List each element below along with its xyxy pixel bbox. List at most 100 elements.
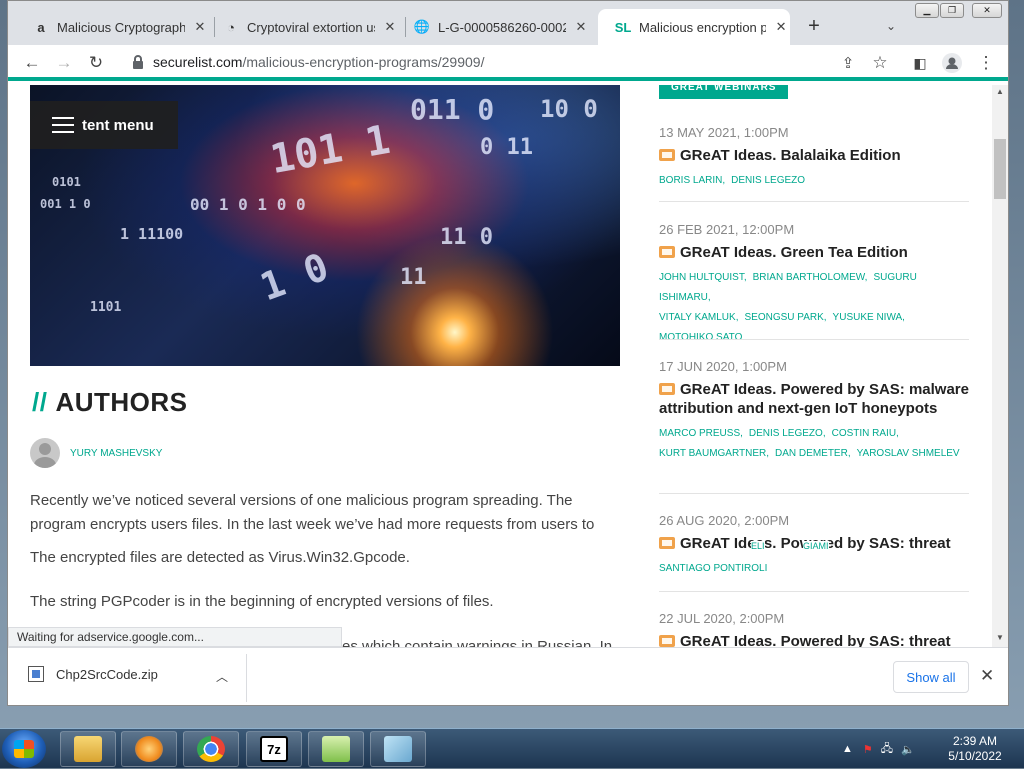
author-avatar[interactable] [30,438,60,468]
new-tab-button[interactable]: + [804,15,824,37]
reload-icon[interactable]: ↻ [84,51,108,75]
clock-time: 2:39 AM [952,734,998,748]
taskbar: 7z ▲ ⚑ 🖧 🔈 2:39 AM 5/10/2022 [0,728,1024,768]
url-host: securelist.com [153,54,243,70]
webinar-authors: MARCO PREUSS, DENIS LEGEZO, COSTIN RAIU, K… [659,424,969,464]
author-link[interactable]: MARCO PREUSS, [659,428,743,439]
author-link[interactable]: SANTIAGO PONTIROLI [659,563,767,574]
tab-malicious-encryption[interactable]: SL Malicious encryption pr ✕ [598,9,790,45]
media-player-taskbar-button[interactable] [121,731,177,767]
author-link[interactable]: BRIAN BARTHOLOMEW, [753,272,868,283]
close-window-button[interactable]: ✕ [972,3,1002,18]
webinar-icon [659,635,675,647]
webinar-date: 13 MAY 2021, 1:00PM [659,125,789,140]
securelist-favicon-icon: SL [614,19,632,35]
overlay-fragment: ELI [751,541,765,551]
hamburger-icon [52,117,74,133]
webinar-title[interactable]: GReAT Ideas. Green Tea Edition [659,243,969,262]
hero-digits: 1 0 [254,244,335,310]
webinar-icon [659,537,675,549]
author-link[interactable]: DAN DEMETER, [775,448,851,459]
content-menu-button[interactable]: tent menu [30,101,178,149]
lock-icon[interactable] [131,54,145,70]
tab-malicious-cryptography[interactable]: a Malicious Cryptography ✕ [16,9,212,45]
tab-search-chevron-icon[interactable]: ⌄ [882,17,900,35]
webinar-title[interactable]: GReAT Ideas. Powered by SAS: threat [659,632,969,647]
chrome-icon [197,736,225,762]
webinar-title[interactable]: GReAT Ideas. Powered by SAS: malware att… [659,380,969,418]
tab-title: Cryptoviral extortion us [247,19,375,35]
tab-cryptoviral-extortion[interactable]: ◔ Cryptoviral extortion us ✕ [206,9,402,45]
share-icon[interactable]: ⇪ [836,51,860,75]
overlay-fragment: GIAMI [803,541,829,551]
webinar-icon [659,246,675,258]
hero-digits: 001 1 0 [40,197,91,211]
notepad-plus-taskbar-button[interactable] [308,731,364,767]
taskbar-clock[interactable]: 2:39 AM 5/10/2022 [940,734,1010,764]
author-link[interactable]: JOHN HULTQUIST, [659,272,747,283]
start-button[interactable] [2,730,46,768]
url-path: /malicious-encryption-programs/29909/ [242,54,485,70]
download-item[interactable]: Chp2SrcCode.zip [28,666,158,682]
divider [659,493,969,494]
tab-document[interactable]: 🌐 L-G-0000586260-00023 ✕ [397,9,595,45]
notepad-taskbar-button[interactable] [370,731,426,767]
divider [659,591,969,592]
tab-title: L-G-0000586260-00023 [438,19,566,35]
divider [659,339,969,340]
close-tab-icon[interactable]: ✕ [772,18,790,36]
author-link[interactable]: DENIS LEGEZO, [749,428,826,439]
scroll-down-icon[interactable]: ▼ [996,633,1006,642]
webinar-item: 17 JUN 2020, 1:00PM GReAT Ideas. Powered… [659,359,969,464]
page-scrollbar[interactable]: ▲ ▼ [992,85,1008,647]
author-link[interactable]: MOTOHIKO SATO [659,332,742,343]
author-link[interactable]: SEONGSU PARK, [744,312,826,323]
media-player-icon [135,736,163,762]
webinar-item: 26 AUG 2020, 2:00PM GReAT Ideas. Powered… [659,513,969,579]
hero-digits: 11 0 [440,225,493,250]
7zip-taskbar-button[interactable]: 7z [246,731,302,767]
scrollbar-thumb[interactable] [994,139,1006,199]
author-link[interactable]: VITALY KAMLUK, [659,312,738,323]
back-arrow-icon[interactable]: ← [20,51,44,75]
address-bar[interactable]: securelist.com/malicious-encryption-prog… [153,54,484,70]
kebab-menu-icon[interactable]: ⋮ [974,51,998,75]
show-all-button[interactable]: Show all [893,661,969,693]
webinar-title[interactable]: GReAT Ideas. Balalaika Edition [659,146,969,165]
download-file-name: Chp2SrcCode.zip [56,666,158,682]
profile-avatar[interactable] [940,51,964,75]
author-link[interactable]: COSTIN RAIU, [832,428,899,439]
close-tab-icon[interactable]: ✕ [572,18,590,36]
forward-arrow-icon[interactable]: → [52,51,76,75]
hero-digits: 11 [400,265,427,290]
browser-window: a Malicious Cryptography ✕ ◔ Cryptoviral… [7,0,1009,706]
author-link[interactable]: DENIS LEGEZO [731,175,805,186]
author-link[interactable]: KURT BAUMGARTNER, [659,448,769,459]
hero-digits: 00 1 0 1 0 0 [190,195,306,214]
maximize-button[interactable]: ❐ [940,3,964,18]
zip-file-icon [28,666,44,682]
author-link[interactable]: YURY MASHEVSKY [70,448,162,459]
scroll-up-icon[interactable]: ▲ [996,87,1006,96]
network-icon[interactable]: 🖧 [881,740,893,759]
author-link[interactable]: YAROSLAV SHMELEV [857,448,960,459]
article-paragraph: The encrypted files are detected as Viru… [30,549,410,566]
explorer-taskbar-button[interactable] [60,731,116,767]
side-panel-icon[interactable]: ◧ [908,51,932,75]
content-menu-label: tent menu [82,116,154,134]
chrome-taskbar-button[interactable] [183,731,239,767]
amazon-favicon-icon: a [37,19,45,35]
divider [246,654,247,702]
close-icon[interactable]: ✕ [980,666,994,686]
authors-heading: //AUTHORS [32,387,188,417]
author-link[interactable]: YUSUKE NIWA, [833,312,905,323]
hero-digits: 10 0 [540,95,598,123]
volume-icon[interactable]: 🔈 [901,743,915,756]
minimize-button[interactable]: ▁ [915,3,939,18]
clock-date: 5/10/2022 [948,749,1002,763]
bookmark-star-icon[interactable]: ☆ [868,51,892,75]
author-link[interactable]: BORIS LARIN, [659,175,725,186]
show-hidden-icons-icon[interactable]: ▲ [842,743,853,755]
action-center-flag-icon[interactable]: ⚑ [863,743,873,756]
chevron-up-icon[interactable]: ︿ [216,668,228,685]
